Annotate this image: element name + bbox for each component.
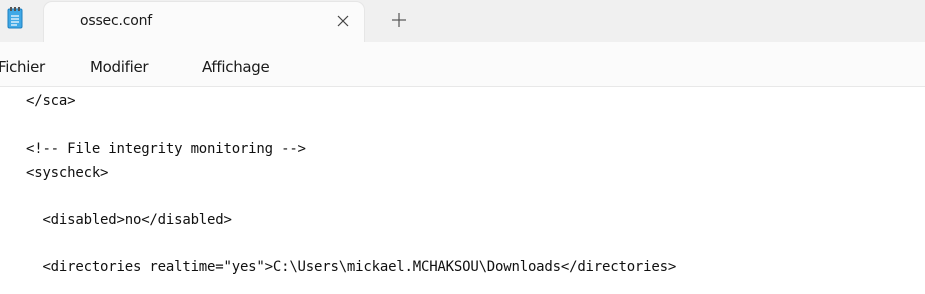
menu-bar: Fichier Modifier Affichage <box>0 42 925 87</box>
code-line: <!-- File integrity monitoring --> <box>26 141 306 157</box>
tab-ossec-conf[interactable]: ossec.conf <box>44 2 364 42</box>
menu-modifier[interactable]: Modifier <box>90 58 149 76</box>
close-icon[interactable] <box>332 10 354 32</box>
menu-fichier[interactable]: Fichier <box>0 58 45 76</box>
menu-affichage[interactable]: Affichage <box>202 58 270 76</box>
plus-icon[interactable] <box>388 9 410 31</box>
code-line: </sca> <box>26 93 76 109</box>
tab-title: ossec.conf <box>80 13 152 29</box>
notepad-icon <box>7 7 23 29</box>
text-editor[interactable]: </sca> <!-- File integrity monitoring --… <box>0 87 925 294</box>
title-bar: ossec.conf <box>0 0 925 42</box>
code-line: <disabled>no</disabled> <box>26 212 232 228</box>
code-line: <directories realtime="yes">C:\Users\mic… <box>26 259 677 275</box>
code-line: <syscheck> <box>26 165 109 181</box>
